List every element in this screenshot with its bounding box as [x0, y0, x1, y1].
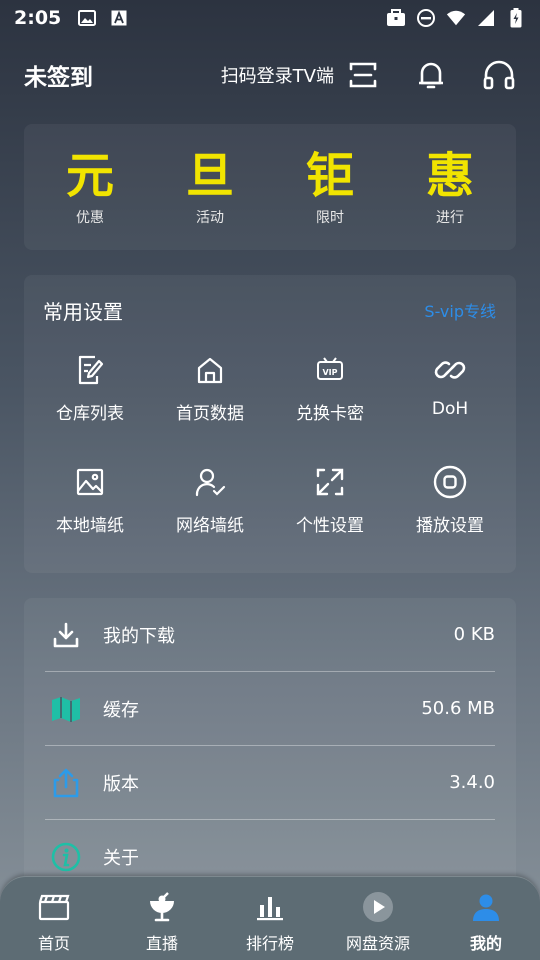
info-value: 50.6 MB [421, 698, 495, 719]
download-icon [49, 618, 83, 652]
sign-in-status[interactable]: 未签到 [24, 58, 93, 92]
promo-char: 钜 [305, 148, 354, 204]
settings-item-local-wallpaper[interactable]: 本地墙纸 [30, 465, 150, 577]
info-value: 3.4.0 [449, 772, 495, 793]
promo-item[interactable]: 旦 活动 [155, 147, 265, 227]
link-icon [433, 353, 467, 387]
info-label: 关于 [103, 848, 139, 869]
vip-ticket-icon: VIP [313, 353, 347, 387]
do-not-disturb-icon [416, 8, 436, 28]
info-row-cache[interactable]: 缓存 50.6 MB [45, 672, 495, 746]
info-list-card: 我的下载 0 KB 缓存 50.6 MB 版本 3.4.0 关于 [24, 598, 516, 898]
settings-item-doh[interactable]: DoH [390, 353, 510, 465]
settings-item-label: 个性设置 [296, 516, 364, 536]
settings-item-personalization[interactable]: 个性设置 [270, 465, 390, 577]
nav-cloud-resources[interactable]: 网盘资源 [324, 884, 432, 954]
settings-item-label: 网络墙纸 [176, 516, 244, 536]
nav-label: 首页 [37, 933, 70, 953]
font-a-icon [109, 8, 129, 28]
stop-circle-icon [433, 465, 467, 499]
nav-label: 网盘资源 [345, 933, 410, 953]
nav-live[interactable]: 直播 [108, 884, 216, 954]
scan-icon[interactable] [346, 58, 380, 92]
info-label: 缓存 [103, 699, 139, 721]
map-icon [49, 692, 83, 726]
wifi-icon [446, 8, 466, 28]
status-bar: 2:05 [0, 0, 540, 36]
clapperboard-icon [37, 890, 71, 924]
gallery-icon [77, 8, 97, 28]
info-label: 我的下载 [103, 625, 175, 647]
promo-char: 旦 [185, 148, 234, 204]
settings-item-playback[interactable]: 播放设置 [390, 465, 510, 577]
edit-doc-icon [73, 353, 107, 387]
promo-label: 活动 [196, 210, 224, 226]
info-row-version[interactable]: 版本 3.4.0 [45, 746, 495, 820]
headset-icon[interactable] [482, 58, 516, 92]
nav-label: 直播 [145, 933, 178, 953]
settings-title: 常用设置 [43, 299, 123, 324]
nav-label: 排行榜 [245, 933, 294, 953]
promo-label: 优惠 [76, 210, 104, 226]
settings-item-repo-list[interactable]: 仓库列表 [30, 353, 150, 465]
satellite-icon [145, 890, 179, 924]
common-settings-card: 常用设置 S-vip专线 仓库列表 首页数据 VIP 兑换卡密 DoH 本地墙纸… [24, 275, 516, 573]
svip-link[interactable]: S-vip专线 [424, 298, 496, 322]
promo-char: 惠 [425, 148, 474, 204]
share-icon [49, 766, 83, 800]
battery-charging-icon [506, 8, 526, 28]
info-value: 0 KB [453, 624, 495, 645]
bell-icon[interactable] [414, 58, 448, 92]
status-time: 2:05 [14, 7, 62, 29]
settings-item-redeem-card[interactable]: VIP 兑换卡密 [270, 353, 390, 465]
bar-chart-icon [253, 890, 287, 924]
svg-text:VIP: VIP [322, 368, 337, 377]
image-icon [73, 465, 107, 499]
info-icon [49, 840, 83, 874]
info-row-downloads[interactable]: 我的下载 0 KB [45, 598, 495, 672]
nav-label: 我的 [469, 933, 502, 953]
promo-item[interactable]: 元 优惠 [35, 147, 145, 227]
settings-item-label: DoH [431, 399, 469, 419]
nav-mine[interactable]: 我的 [432, 884, 540, 954]
promo-label: 进行 [436, 210, 464, 226]
settings-item-label: 本地墙纸 [56, 516, 124, 536]
expand-icon [313, 465, 347, 499]
scan-login-tv-link[interactable]: 扫码登录TV端 [221, 62, 334, 88]
briefcase-icon [386, 8, 406, 28]
promo-char: 元 [65, 148, 114, 204]
settings-item-label: 仓库列表 [56, 404, 124, 424]
header: 未签到 扫码登录TV端 [0, 50, 540, 100]
signal-icon [476, 8, 496, 28]
promo-item[interactable]: 惠 进行 [395, 147, 505, 227]
settings-item-label: 播放设置 [416, 516, 484, 536]
settings-item-network-wallpaper[interactable]: 网络墙纸 [150, 465, 270, 577]
settings-item-label: 首页数据 [176, 404, 244, 424]
home-icon [193, 353, 227, 387]
nav-home[interactable]: 首页 [0, 884, 108, 954]
user-check-icon [193, 465, 227, 499]
promo-banner: 元 优惠 旦 活动 钜 限时 惠 进行 [24, 124, 516, 250]
promo-item[interactable]: 钜 限时 [275, 147, 385, 227]
settings-item-label: 兑换卡密 [296, 404, 364, 424]
bottom-nav: 首页 直播 排行榜 网盘资源 我的 [0, 876, 540, 960]
info-label: 版本 [103, 773, 139, 795]
person-icon [469, 890, 503, 924]
promo-label: 限时 [316, 210, 344, 226]
settings-item-home-data[interactable]: 首页数据 [150, 353, 270, 465]
play-disc-icon [361, 890, 395, 924]
nav-ranking[interactable]: 排行榜 [216, 884, 324, 954]
